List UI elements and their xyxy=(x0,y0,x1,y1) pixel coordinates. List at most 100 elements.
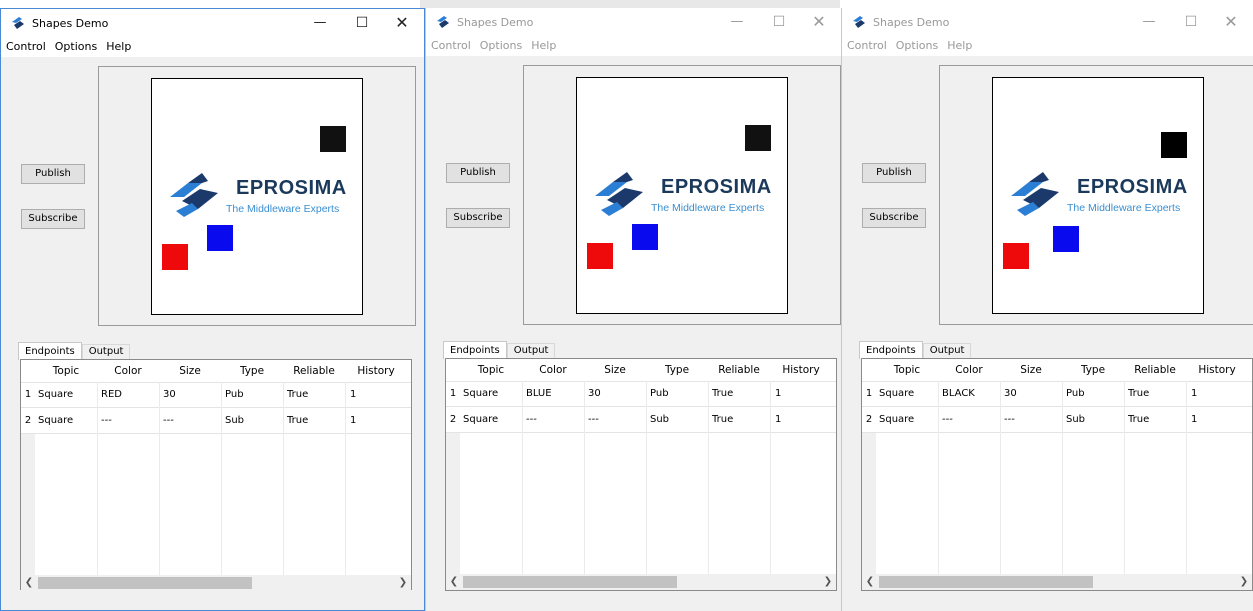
menu-help[interactable]: Help xyxy=(101,37,135,53)
column-header-size[interactable]: Size xyxy=(584,359,646,381)
cell-size[interactable]: --- xyxy=(163,408,174,433)
cell-type[interactable]: Sub xyxy=(1066,407,1085,432)
minimize-icon[interactable]: — xyxy=(719,12,755,32)
title-bar[interactable]: Shapes Demo — ☐ ✕ xyxy=(426,8,841,36)
menu-help[interactable]: Help xyxy=(526,36,560,52)
maximize-icon[interactable]: ☐ xyxy=(344,13,380,33)
title-bar[interactable]: Shapes Demo — ☐ ✕ xyxy=(1,9,424,37)
menu-options[interactable]: Options xyxy=(891,36,942,52)
title-bar[interactable]: Shapes Demo — ☐ ✕ xyxy=(842,8,1253,36)
table-row[interactable]: 2 Square --- --- Sub True 1 xyxy=(446,407,836,433)
horizontal-scrollbar[interactable]: ❮ ❯ xyxy=(21,575,411,591)
column-header-reliable[interactable]: Reliable xyxy=(283,360,345,382)
minimize-icon[interactable]: — xyxy=(1131,12,1167,32)
column-header-history[interactable]: History xyxy=(770,359,832,381)
scroll-right-icon[interactable]: ❯ xyxy=(395,575,411,591)
maximize-icon[interactable]: ☐ xyxy=(761,12,797,32)
tab-output[interactable]: Output xyxy=(81,344,131,359)
cell-size[interactable]: 30 xyxy=(1004,381,1017,406)
cell-size[interactable]: 30 xyxy=(163,382,176,407)
menu-control[interactable]: Control xyxy=(426,36,475,52)
cell-color[interactable]: --- xyxy=(101,408,112,433)
publish-button[interactable]: Publish xyxy=(446,163,510,183)
column-header-topic[interactable]: Topic xyxy=(35,360,97,382)
tab-output[interactable]: Output xyxy=(506,343,556,358)
column-header-reliable[interactable]: Reliable xyxy=(1124,359,1186,381)
cell-type[interactable]: Pub xyxy=(650,381,669,406)
horizontal-scrollbar[interactable]: ❮ ❯ xyxy=(446,574,836,590)
cell-size[interactable]: --- xyxy=(1004,407,1015,432)
column-header-color[interactable]: Color xyxy=(97,360,159,382)
subscribe-button[interactable]: Subscribe xyxy=(862,208,926,228)
close-icon[interactable]: ✕ xyxy=(384,13,420,33)
column-header-type[interactable]: Type xyxy=(1062,359,1124,381)
cell-reliable[interactable]: True xyxy=(1128,407,1149,432)
cell-history[interactable]: 1 xyxy=(1191,407,1197,432)
cell-reliable[interactable]: True xyxy=(287,382,308,407)
scrollbar-thumb[interactable] xyxy=(879,576,1093,588)
cell-topic[interactable]: Square xyxy=(463,407,498,432)
cell-reliable[interactable]: True xyxy=(712,381,733,406)
column-header-size[interactable]: Size xyxy=(159,360,221,382)
cell-reliable[interactable]: True xyxy=(712,407,733,432)
close-icon[interactable]: ✕ xyxy=(801,12,837,32)
column-header-history[interactable]: History xyxy=(345,360,407,382)
publish-button[interactable]: Publish xyxy=(21,164,85,184)
column-header-topic[interactable]: Topic xyxy=(460,359,522,381)
cell-reliable[interactable]: True xyxy=(1128,381,1149,406)
cell-history[interactable]: 1 xyxy=(775,407,781,432)
cell-history[interactable]: 1 xyxy=(1191,381,1197,406)
cell-topic[interactable]: Square xyxy=(38,408,73,433)
cell-size[interactable]: --- xyxy=(588,407,599,432)
cell-size[interactable]: 30 xyxy=(588,381,601,406)
cell-color[interactable]: --- xyxy=(526,407,537,432)
table-row[interactable]: 2 Square --- --- Sub True 1 xyxy=(21,408,411,434)
cell-type[interactable]: Pub xyxy=(225,382,244,407)
cell-history[interactable]: 1 xyxy=(350,382,356,407)
table-row[interactable]: 2 Square --- --- Sub True 1 xyxy=(862,407,1252,433)
subscribe-button[interactable]: Subscribe xyxy=(446,208,510,228)
cell-color[interactable]: --- xyxy=(942,407,953,432)
cell-topic[interactable]: Square xyxy=(879,381,914,406)
cell-history[interactable]: 1 xyxy=(775,381,781,406)
menu-control[interactable]: Control xyxy=(842,36,891,52)
tab-endpoints[interactable]: Endpoints xyxy=(443,341,507,359)
column-header-history[interactable]: History xyxy=(1186,359,1248,381)
table-row[interactable]: 1 Square BLUE 30 Pub True 1 xyxy=(446,381,836,407)
cell-reliable[interactable]: True xyxy=(287,408,308,433)
scroll-left-icon[interactable]: ❮ xyxy=(446,574,462,590)
scrollbar-thumb[interactable] xyxy=(463,576,677,588)
menu-help[interactable]: Help xyxy=(942,36,976,52)
cell-type[interactable]: Sub xyxy=(650,407,669,432)
column-header-type[interactable]: Type xyxy=(221,360,283,382)
scroll-right-icon[interactable]: ❯ xyxy=(1236,574,1252,590)
publish-button[interactable]: Publish xyxy=(862,163,926,183)
cell-topic[interactable]: Square xyxy=(879,407,914,432)
menu-control[interactable]: Control xyxy=(1,37,50,53)
scroll-left-icon[interactable]: ❮ xyxy=(862,574,878,590)
cell-topic[interactable]: Square xyxy=(38,382,73,407)
column-header-reliable[interactable]: Reliable xyxy=(708,359,770,381)
tab-endpoints[interactable]: Endpoints xyxy=(859,341,923,359)
cell-color[interactable]: BLUE xyxy=(526,381,552,406)
cell-type[interactable]: Pub xyxy=(1066,381,1085,406)
cell-color[interactable]: BLACK xyxy=(942,381,975,406)
column-header-topic[interactable]: Topic xyxy=(876,359,938,381)
tab-output[interactable]: Output xyxy=(922,343,972,358)
horizontal-scrollbar[interactable]: ❮ ❯ xyxy=(862,574,1252,590)
minimize-icon[interactable]: — xyxy=(302,13,338,33)
column-header-color[interactable]: Color xyxy=(938,359,1000,381)
table-row[interactable]: 1 Square RED 30 Pub True 1 xyxy=(21,382,411,408)
subscribe-button[interactable]: Subscribe xyxy=(21,209,85,229)
table-row[interactable]: 1 Square BLACK 30 Pub True 1 xyxy=(862,381,1252,407)
column-header-type[interactable]: Type xyxy=(646,359,708,381)
menu-options[interactable]: Options xyxy=(475,36,526,52)
scroll-right-icon[interactable]: ❯ xyxy=(820,574,836,590)
column-header-color[interactable]: Color xyxy=(522,359,584,381)
tab-endpoints[interactable]: Endpoints xyxy=(18,342,82,360)
scrollbar-thumb[interactable] xyxy=(38,577,252,589)
maximize-icon[interactable]: ☐ xyxy=(1173,12,1209,32)
cell-history[interactable]: 1 xyxy=(350,408,356,433)
menu-options[interactable]: Options xyxy=(50,37,101,53)
close-icon[interactable]: ✕ xyxy=(1213,12,1249,32)
